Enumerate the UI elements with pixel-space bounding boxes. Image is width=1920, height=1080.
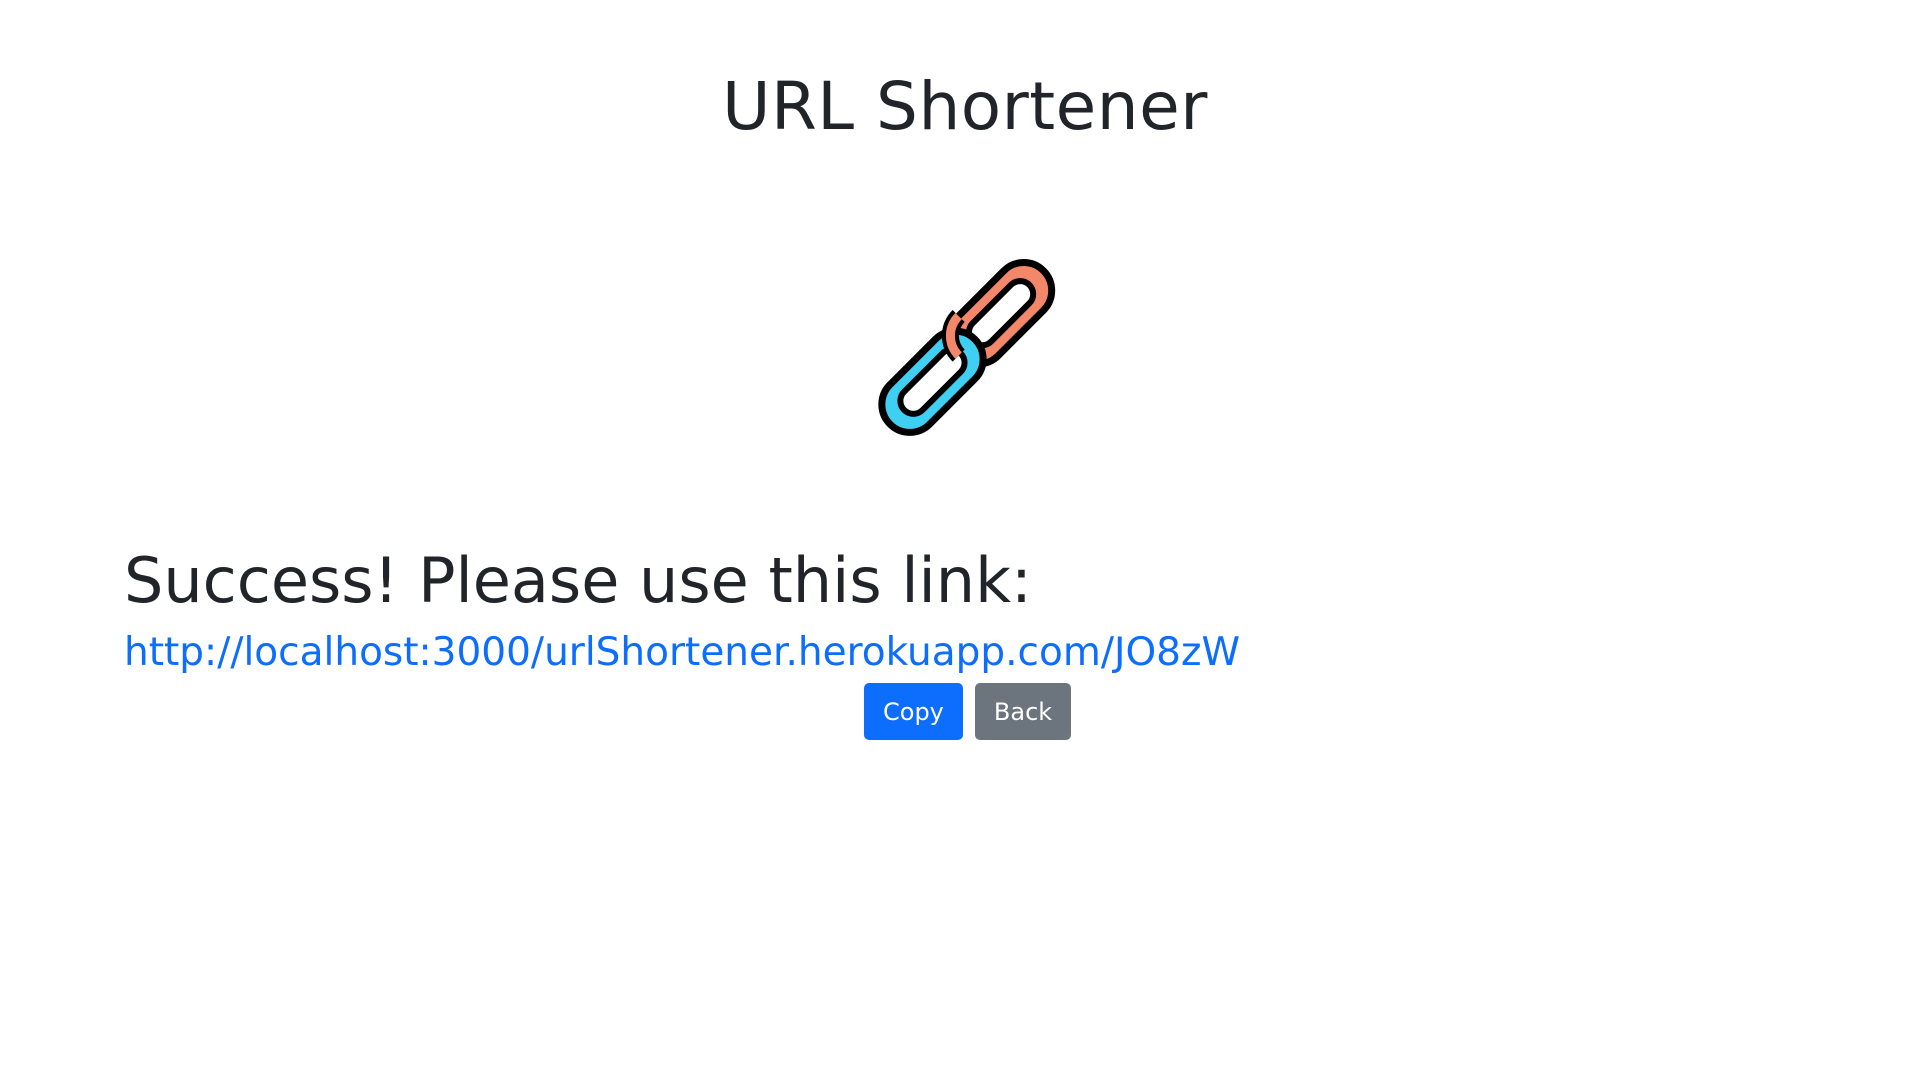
- page-title: URL Shortener: [722, 68, 1208, 145]
- chain-link-icon: [860, 240, 1070, 450]
- success-heading: Success! Please use this link:: [124, 544, 1032, 617]
- page: URL Shortener Success! Please use this l…: [0, 0, 1920, 1080]
- back-button[interactable]: Back: [974, 683, 1072, 740]
- copy-button[interactable]: Copy: [864, 683, 963, 740]
- action-buttons: Copy Back: [864, 683, 1072, 740]
- result-section: Success! Please use this link: http://lo…: [124, 545, 1824, 675]
- shortened-link[interactable]: http://localhost:3000/urlShortener.herok…: [124, 631, 1240, 675]
